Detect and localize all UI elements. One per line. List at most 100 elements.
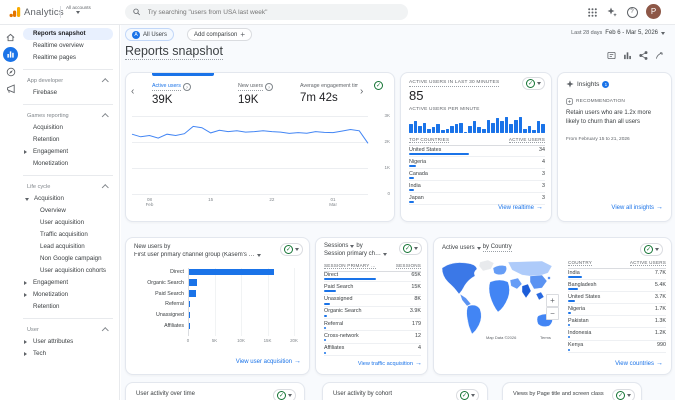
table-row[interactable]: Cross-network 12 (324, 331, 421, 344)
view-traffic-acquisition-link[interactable]: View traffic acquisition → (358, 360, 422, 367)
table-row[interactable]: India 3 (409, 181, 545, 193)
insight-body[interactable]: Retain users who are 1.2x more likely to… (566, 109, 666, 126)
data-quality-icon[interactable]: ✓ (374, 81, 383, 90)
data-quality-menu[interactable]: ✓ (522, 77, 545, 90)
table-row[interactable]: Indonesia 1.2K (568, 328, 666, 341)
share-icon[interactable] (638, 50, 649, 61)
view-user-acquisition-link[interactable]: View user acquisition → (236, 358, 301, 365)
account-switcher[interactable]: All accounts (66, 5, 91, 15)
explore-icon[interactable] (3, 64, 18, 79)
nav-section-user[interactable]: User (23, 324, 113, 336)
table-row[interactable]: Paid Search 15K (324, 282, 421, 295)
data-quality-menu[interactable]: ✓ (280, 243, 303, 256)
table-row[interactable]: Canada 3 (409, 169, 545, 181)
nav-item-monetization[interactable]: Monetization (23, 289, 113, 301)
metric-selector[interactable]: Sessions by (324, 243, 363, 249)
nav-item-engagement[interactable]: Engagement (23, 277, 113, 289)
map-zoom-out-button[interactable]: − (546, 307, 559, 320)
column-header[interactable]: SESSION PRIMARY … (324, 263, 376, 269)
collapse-chevron-icon[interactable] (101, 183, 108, 191)
nav-section-life-cycle[interactable]: Life cycle (23, 181, 113, 193)
analytics-logo-icon[interactable] (9, 6, 21, 18)
help-icon[interactable]: ? (626, 6, 638, 18)
view-all-insights-link[interactable]: View all insights → (611, 204, 663, 211)
nav-item-engagement[interactable]: Engagement (23, 146, 113, 158)
bar[interactable] (189, 279, 197, 286)
column-header[interactable]: ACTIVE USERS (508, 137, 545, 143)
data-quality-menu[interactable]: ✓ (612, 389, 635, 400)
customize-report-icon[interactable] (654, 50, 665, 61)
table-row[interactable]: Nigeria 4 (409, 157, 545, 169)
table-row[interactable]: Organic Search 3.9K (324, 307, 421, 320)
expand-arrow-icon[interactable] (24, 150, 27, 154)
data-quality-menu[interactable]: ✓ (399, 242, 422, 255)
data-quality-menu[interactable]: ✓ (456, 389, 479, 400)
info-icon[interactable]: ? (182, 83, 191, 91)
collapse-chevron-icon[interactable] (101, 326, 108, 334)
expand-arrow-icon[interactable] (24, 281, 27, 285)
home-icon[interactable] (3, 30, 18, 45)
nav-item-user-acquisition-cohorts[interactable]: User acquisition cohorts (23, 265, 113, 277)
bar[interactable] (189, 311, 190, 319)
comparison-chip-all-users[interactable]: A All Users (125, 28, 175, 41)
nav-item-overview[interactable]: Overview (23, 205, 113, 217)
product-name[interactable]: Analytics (24, 7, 64, 18)
table-row[interactable]: United States 34 (409, 145, 545, 157)
column-header[interactable]: SESSIONS (395, 263, 421, 269)
advertising-icon[interactable] (3, 81, 18, 96)
data-quality-menu[interactable]: ✓ (640, 243, 663, 256)
bar[interactable] (189, 322, 190, 329)
table-row[interactable]: Nigeria 1.7K (568, 304, 666, 317)
world-map[interactable] (438, 258, 562, 340)
table-row[interactable]: Kenya 990 (568, 341, 666, 353)
bar[interactable] (189, 300, 191, 308)
table-row[interactable]: Bangladesh 5.4K (568, 280, 666, 293)
nav-item-acquisition[interactable]: Acquisition (23, 122, 113, 134)
nav-item-retention[interactable]: Retention (23, 134, 113, 146)
avatar[interactable]: P (646, 4, 661, 19)
metric-selector[interactable]: Active users by Country (442, 244, 512, 252)
column-header[interactable]: COUNTRY (568, 260, 593, 266)
bar[interactable] (189, 290, 196, 297)
collapse-chevron-icon[interactable] (101, 112, 108, 120)
map-zoom-in-button[interactable]: + (546, 294, 559, 307)
table-row[interactable]: Affiliates 4 (324, 344, 421, 357)
collapse-arrow-icon[interactable] (25, 197, 29, 201)
column-header[interactable]: ACTIVE USERS (629, 260, 666, 266)
nav-section-app-developer[interactable]: App developer (23, 75, 113, 87)
view-countries-link[interactable]: View countries → (615, 360, 663, 367)
table-row[interactable]: Referral 179 (324, 319, 421, 332)
tab-active-users[interactable]: Active users? 39K (152, 83, 232, 106)
column-header[interactable]: TOP COUNTRIES (409, 137, 450, 143)
nav-item-reports-snapshot[interactable]: Reports snapshot (23, 28, 113, 40)
dimension-selector[interactable]: First user primary channel group (Kasem'… (134, 252, 261, 258)
assistant-sparkle-icon[interactable] (606, 6, 618, 18)
nav-item-lead-acquisition[interactable]: Lead acquisition (23, 241, 113, 253)
apps-grid-icon[interactable] (586, 6, 598, 18)
nav-item-realtime-overview[interactable]: Realtime overview (23, 40, 113, 52)
nav-item-tech[interactable]: Tech (23, 348, 113, 360)
nav-item-acquisition[interactable]: Acquisition (23, 193, 113, 205)
bar[interactable] (189, 268, 274, 275)
map-terms-link[interactable]: Terms (540, 335, 551, 340)
tab-avg-engagement-time[interactable]: Average engagement time per active us 7m… (300, 83, 358, 104)
nav-item-non-google-campaign[interactable]: Non Google campaign (23, 253, 113, 265)
expand-arrow-icon[interactable] (24, 340, 27, 344)
carousel-prev-button[interactable]: ‹ (131, 86, 134, 97)
date-range-picker[interactable]: Last 28 days Feb 6 - Mar 5, 2026 (571, 30, 665, 36)
table-row[interactable]: Pakistan 1.3K (568, 316, 666, 329)
data-quality-menu[interactable]: ✓ (273, 389, 296, 400)
nav-item-traffic-acquisition[interactable]: Traffic acquisition (23, 229, 113, 241)
collapse-chevron-icon[interactable] (101, 77, 108, 85)
benchmark-columns-icon[interactable] (622, 50, 633, 61)
nav-item-firebase[interactable]: Firebase (23, 87, 113, 99)
table-row[interactable]: Japan 3 (409, 193, 545, 205)
table-row[interactable]: Direct 65K (324, 270, 421, 283)
view-realtime-link[interactable]: View realtime → (498, 204, 543, 211)
nav-section-games-reporting[interactable]: Games reporting (23, 110, 113, 122)
add-comparison-button[interactable]: Add comparison + (187, 28, 253, 41)
nav-item-user-acquisition[interactable]: User acquisition (23, 217, 113, 229)
nav-item-realtime-pages[interactable]: Realtime pages (23, 52, 113, 64)
table-row[interactable]: United States 3.7K (568, 292, 666, 305)
global-search[interactable] (125, 4, 408, 20)
